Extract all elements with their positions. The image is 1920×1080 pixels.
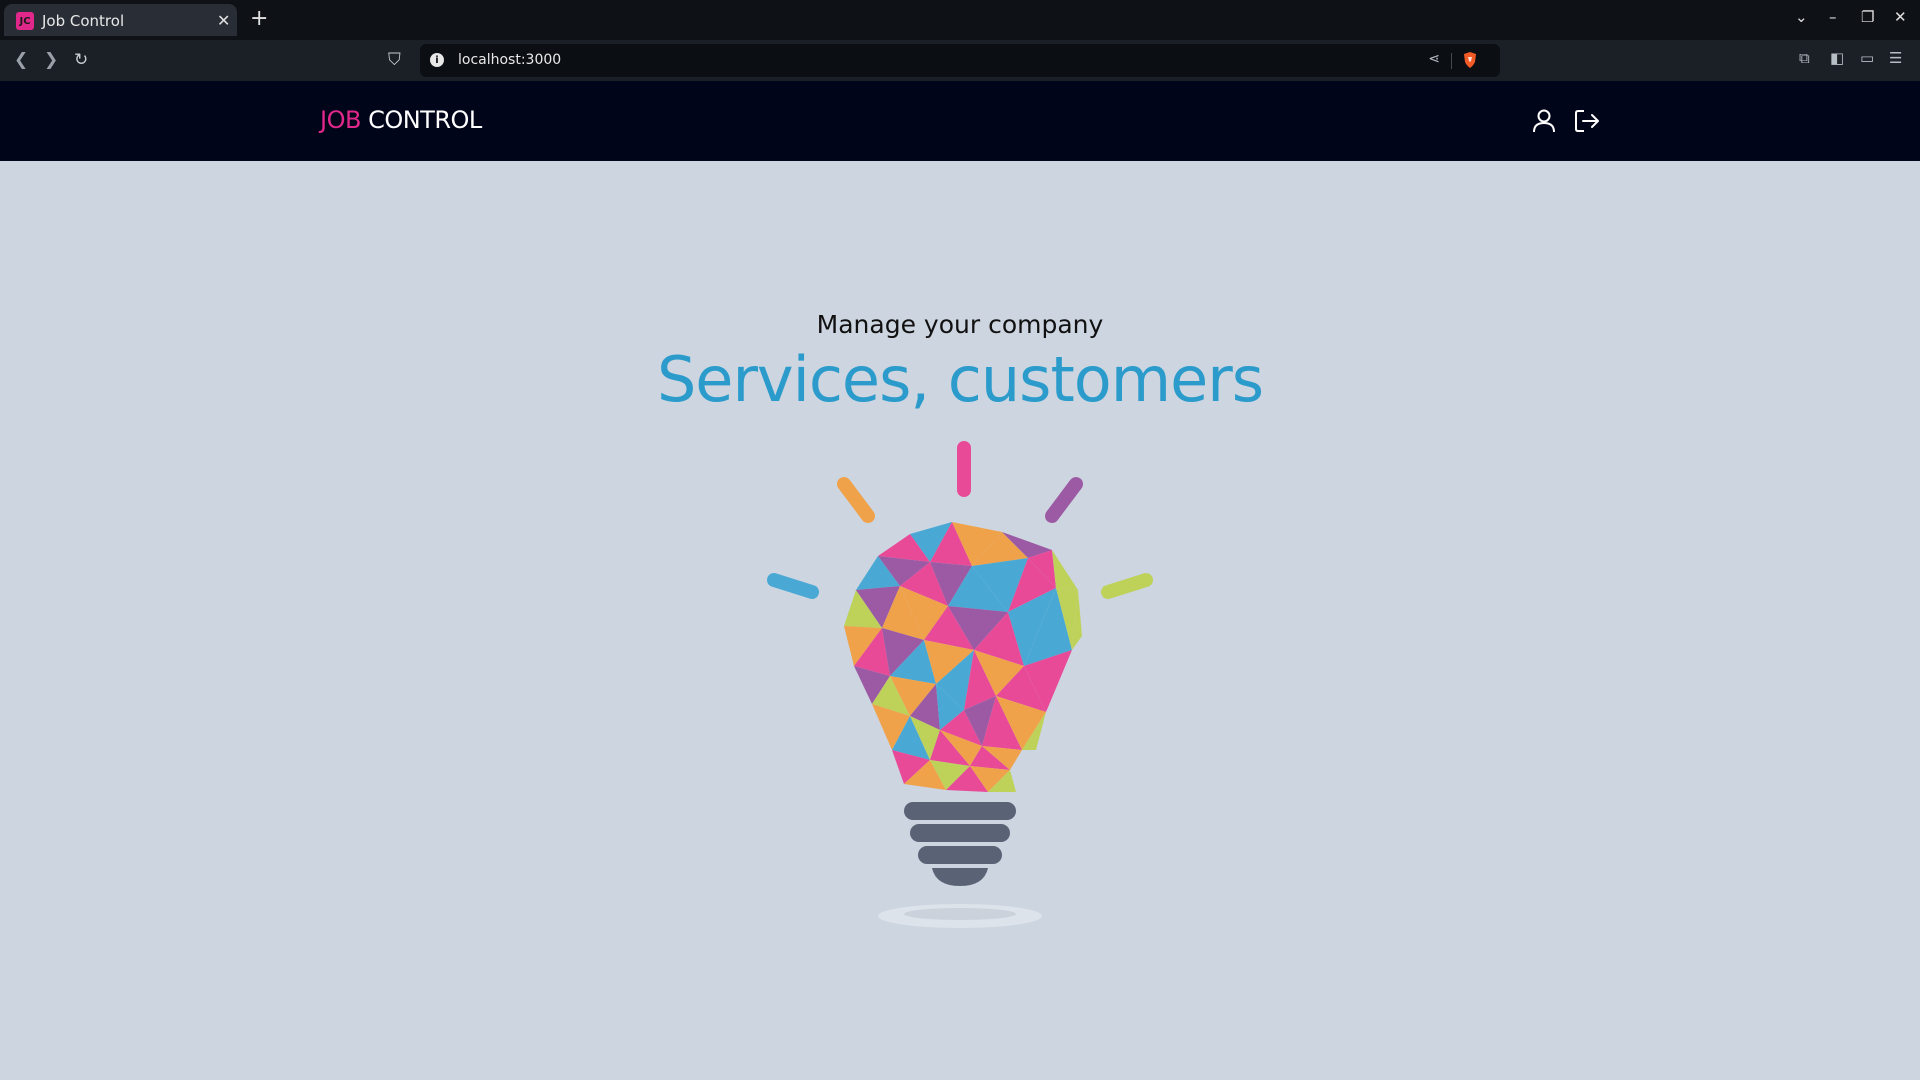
user-icon[interactable]	[1530, 107, 1558, 135]
back-icon[interactable]: ❮	[14, 50, 28, 70]
bulb-glass	[844, 522, 1082, 792]
share-icon[interactable]: ⋖	[1428, 51, 1440, 67]
bulb-shadow-core	[904, 908, 1016, 920]
tab-close-icon[interactable]: ✕	[217, 11, 230, 30]
app-header: JOB CONTROL	[0, 81, 1920, 161]
address-bar[interactable]: i localhost:3000 ⋖	[420, 44, 1500, 77]
extensions-icon[interactable]: ⧉	[1799, 49, 1810, 67]
ray-left-lower	[767, 573, 819, 599]
url-separator	[1451, 53, 1452, 69]
url-text[interactable]: localhost:3000	[458, 52, 561, 68]
hero-subtitle: Manage your company	[816, 310, 1104, 339]
logout-icon[interactable]	[1573, 107, 1601, 135]
browser-toolbar: ❮ ❯ ↻ ⛉ i localhost:3000 ⋖ ⧉ ◧ ▭ ☰	[0, 40, 1920, 81]
site-info-icon[interactable]: i	[430, 53, 444, 67]
ray-right-upper	[1045, 477, 1083, 523]
sidebar-icon[interactable]: ◧	[1830, 49, 1844, 67]
browser-tab-bar: JC Job Control ✕ + ⌄ – ❐ ✕	[0, 0, 1920, 40]
maximize-icon[interactable]: ❐	[1861, 8, 1874, 26]
ray-right-lower	[1101, 573, 1153, 599]
brand-second-word: CONTROL	[368, 106, 482, 134]
close-window-icon[interactable]: ✕	[1894, 8, 1907, 26]
brave-shield-icon[interactable]	[1462, 51, 1478, 69]
wallet-icon[interactable]: ▭	[1860, 49, 1874, 67]
tab-list-icon[interactable]: ⌄	[1795, 8, 1808, 26]
menu-icon[interactable]: ☰	[1889, 49, 1902, 67]
hero-title: Services, customers	[656, 343, 1264, 416]
lightbulb-illustration	[767, 441, 1153, 928]
new-tab-icon[interactable]: +	[250, 6, 268, 31]
tab-favicon: JC	[16, 12, 34, 30]
ray-left-upper	[837, 477, 875, 523]
minimize-icon[interactable]: –	[1829, 8, 1837, 26]
brand-first-word: JOB	[320, 106, 361, 134]
bookmark-icon[interactable]: ⛉	[388, 50, 401, 70]
brand-logo[interactable]: JOB CONTROL	[320, 106, 482, 134]
bulb-base	[904, 802, 1016, 886]
tab-title: Job Control	[42, 12, 125, 30]
forward-icon[interactable]: ❯	[44, 50, 58, 70]
reload-icon[interactable]: ↻	[74, 50, 88, 70]
browser-tab[interactable]: JC Job Control ✕	[4, 4, 237, 36]
